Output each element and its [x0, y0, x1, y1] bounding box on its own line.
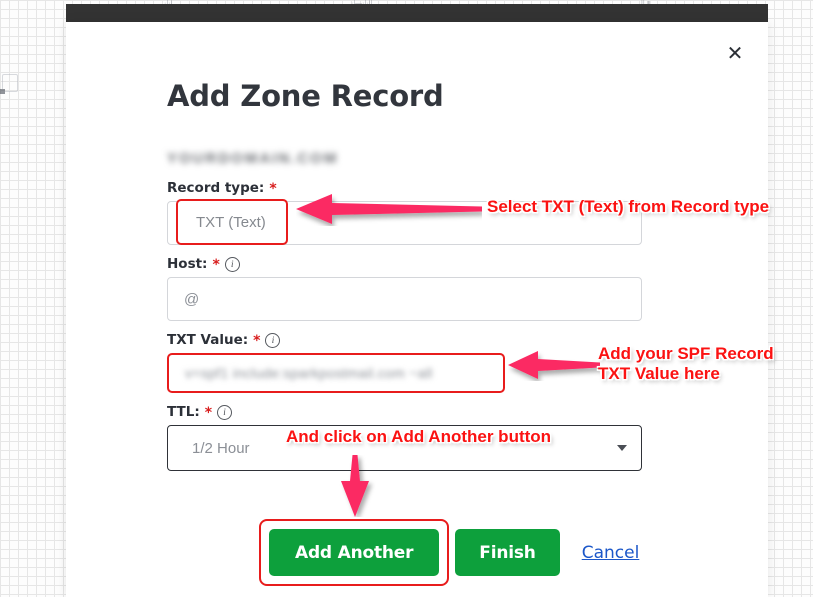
page-title: Add Zone Record — [167, 79, 444, 113]
info-icon[interactable]: i — [265, 332, 281, 348]
required-asterisk: * — [204, 405, 213, 421]
txt-value-input-value: v=spf1 include:sparkpostmail.com ~all — [185, 365, 433, 381]
field-host: Host: * i @ — [167, 256, 642, 321]
record-type-label: Record type: — [167, 180, 265, 196]
add-zone-record-modal: ✕ Add Zone Record YOURDOMAIN.COM Record … — [66, 22, 768, 597]
info-icon[interactable]: i — [224, 256, 240, 272]
modal-footer: Add Another Finish Cancel — [259, 519, 639, 586]
close-icon[interactable]: ✕ — [722, 41, 748, 67]
ttl-select[interactable]: 1/2 Hour — [167, 425, 642, 471]
host-input-value: @ — [184, 290, 200, 308]
info-icon[interactable]: i — [217, 404, 233, 420]
txt-value-label-row: TXT Value: * i — [167, 332, 642, 348]
txt-value-label: TXT Value: — [167, 332, 249, 348]
ttl-label: TTL: — [167, 404, 200, 420]
add-another-button[interactable]: Add Another — [269, 529, 440, 576]
chevron-down-icon[interactable] — [617, 445, 627, 451]
host-input[interactable]: @ — [167, 277, 642, 321]
record-type-select[interactable]: TXT (Text) — [167, 199, 642, 245]
field-record-type: Record type: * TXT (Text) — [167, 180, 642, 245]
required-asterisk: * — [269, 181, 277, 197]
ttl-value: 1/2 Hour — [192, 439, 250, 457]
host-label-row: Host: * i — [167, 256, 642, 272]
zone-record-form: Record type: * TXT (Text) Host: * i @ TX… — [167, 180, 642, 482]
host-label: Host: — [167, 256, 208, 272]
required-asterisk: * — [253, 333, 261, 349]
domain-name-label: YOURDOMAIN.COM — [167, 150, 339, 167]
field-txt-value: TXT Value: * i v=spf1 include:sparkpostm… — [167, 332, 642, 393]
required-asterisk: * — [212, 257, 220, 273]
txt-value-input[interactable]: v=spf1 include:sparkpostmail.com ~all — [167, 353, 505, 393]
field-ttl: TTL: * i 1/2 Hour — [167, 404, 642, 471]
cancel-link[interactable]: Cancel — [582, 543, 640, 563]
ttl-label-row: TTL: * i — [167, 404, 642, 420]
record-type-value[interactable]: TXT (Text) — [176, 199, 288, 245]
record-type-label-row: Record type: * — [167, 180, 642, 196]
app-top-bar — [66, 4, 768, 22]
add-another-highlight: Add Another — [259, 519, 450, 586]
finish-button[interactable]: Finish — [455, 529, 560, 576]
stray-icon — [0, 74, 18, 94]
